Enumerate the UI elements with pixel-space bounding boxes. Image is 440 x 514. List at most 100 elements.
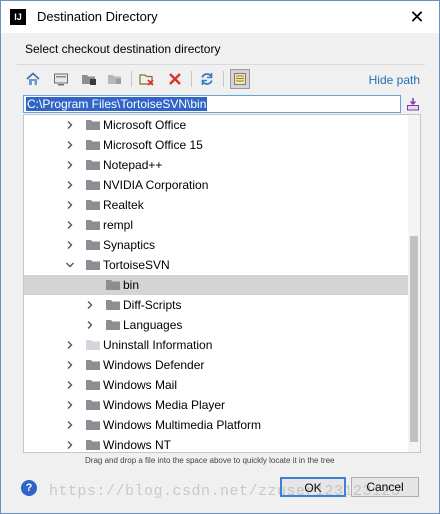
project-icon xyxy=(82,75,96,85)
folder-icon xyxy=(86,140,100,150)
tree-row-label: NVIDIA Corporation xyxy=(103,178,209,192)
chevron-right-icon[interactable] xyxy=(64,239,76,251)
tree-row[interactable]: Synaptics xyxy=(24,235,410,255)
tree-row[interactable]: Languages xyxy=(24,315,410,335)
chevron-right-icon[interactable] xyxy=(64,119,76,131)
new-folder-icon xyxy=(139,74,154,86)
folder-icon xyxy=(86,160,100,170)
tree-row[interactable]: Diff-Scripts xyxy=(24,295,410,315)
refresh-button[interactable] xyxy=(197,69,217,89)
folder-icon xyxy=(86,260,100,270)
window-title: Destination Directory xyxy=(37,9,158,24)
tree-row[interactable]: Windows Multimedia Platform xyxy=(24,415,410,435)
chevron-right-icon[interactable] xyxy=(64,219,76,231)
tree-row[interactable]: Notepad++ xyxy=(24,155,410,175)
drag-drop-hint: Drag and drop a file into the space abov… xyxy=(85,456,335,465)
chevron-right-icon[interactable] xyxy=(64,159,76,171)
chevron-right-icon[interactable] xyxy=(64,439,76,451)
home-icon xyxy=(26,72,40,85)
chevron-right-icon[interactable] xyxy=(64,339,76,351)
chevron-right-icon[interactable] xyxy=(84,299,96,311)
folder-icon xyxy=(86,380,100,390)
tree-row-label: Uninstall Information xyxy=(103,338,213,352)
tree-row[interactable]: bin xyxy=(24,275,410,295)
tree-row-label: Languages xyxy=(123,318,183,332)
folder-icon xyxy=(86,400,100,410)
module-button[interactable] xyxy=(105,69,125,89)
folder-icon xyxy=(86,360,100,370)
chevron-right-icon[interactable] xyxy=(64,179,76,191)
scrollbar-thumb[interactable] xyxy=(410,236,418,442)
chevron-right-icon[interactable] xyxy=(64,399,76,411)
help-button[interactable]: ? xyxy=(21,480,37,496)
folder-icon xyxy=(86,220,100,230)
delete-button[interactable] xyxy=(165,69,185,89)
toolbar-separator xyxy=(223,71,224,87)
tree-row-label: Windows Mail xyxy=(103,378,178,392)
project-button[interactable] xyxy=(79,69,99,89)
tree-row-label: Microsoft Office 15 xyxy=(103,138,203,152)
chevron-right-icon[interactable] xyxy=(64,359,76,371)
tree-row[interactable]: Windows Media Player xyxy=(24,395,410,415)
tree-row[interactable]: NVIDIA Corporation xyxy=(24,175,410,195)
tree-row-label: Diff-Scripts xyxy=(123,298,182,312)
home-button[interactable] xyxy=(23,69,43,89)
tree-row[interactable]: Windows Mail xyxy=(24,375,410,395)
dialog-prompt: Select checkout destination directory xyxy=(25,42,221,56)
new-folder-button[interactable] xyxy=(137,69,157,89)
tree-row[interactable]: Uninstall Information xyxy=(24,335,410,355)
divider xyxy=(17,64,425,65)
title-bar: IJ Destination Directory ✕ xyxy=(1,1,439,33)
directory-tree[interactable]: Microsoft Office Microsoft Office 15 Notep… xyxy=(23,114,421,453)
tree-row[interactable]: rempl xyxy=(24,215,410,235)
tree-row[interactable]: Microsoft Office 15 xyxy=(24,135,410,155)
folder-icon xyxy=(86,200,100,210)
path-value: C:\Program Files\TortoiseSVN\bin xyxy=(26,97,208,111)
tree-row-label: Windows NT xyxy=(103,438,172,452)
tree-row[interactable]: Windows Defender xyxy=(24,355,410,375)
tree-row-label: Windows Defender xyxy=(103,358,205,372)
folder-icon xyxy=(86,340,100,350)
folder-icon xyxy=(106,320,120,330)
hide-path-link[interactable]: Hide path xyxy=(369,73,420,87)
tree-row-label: Notepad++ xyxy=(103,158,163,172)
folder-icon xyxy=(86,440,100,450)
tree-row[interactable]: Realtek xyxy=(24,195,410,215)
path-input[interactable]: C:\Program Files\TortoiseSVN\bin xyxy=(23,95,401,113)
close-button[interactable]: ✕ xyxy=(405,5,429,29)
tree-row-label: Windows Media Player xyxy=(103,398,226,412)
folder-icon xyxy=(86,120,100,130)
show-hidden-toggle[interactable] xyxy=(230,69,250,89)
intellij-app-icon: IJ xyxy=(10,9,26,25)
toolbar-separator xyxy=(191,71,192,87)
tree-row[interactable]: TortoiseSVN xyxy=(24,255,410,275)
watermark: https://blog.csdn.net/zzuser123123123 xyxy=(49,483,401,500)
chevron-right-icon[interactable] xyxy=(64,419,76,431)
toolbar-separator xyxy=(131,71,132,87)
tree-row[interactable]: Microsoft Office xyxy=(24,115,410,135)
chevron-right-icon[interactable] xyxy=(64,379,76,391)
chevron-right-icon[interactable] xyxy=(84,319,96,331)
tree-row-label: Microsoft Office xyxy=(103,118,187,132)
folder-icon xyxy=(86,240,100,250)
refresh-icon xyxy=(201,73,213,85)
show-hidden-icon xyxy=(234,73,246,85)
module-icon xyxy=(108,75,121,84)
delete-icon xyxy=(169,73,181,85)
desktop-icon xyxy=(54,73,68,86)
tree-row-label: TortoiseSVN xyxy=(103,258,170,272)
folder-icon xyxy=(86,420,100,430)
chevron-down-icon[interactable] xyxy=(64,259,76,271)
tree-row-label: Realtek xyxy=(103,198,144,212)
path-history-button[interactable] xyxy=(406,97,420,111)
vertical-scrollbar[interactable] xyxy=(408,115,420,452)
desktop-button[interactable] xyxy=(51,69,71,89)
chevron-right-icon[interactable] xyxy=(64,199,76,211)
tree-row-label: bin xyxy=(123,278,140,292)
chevron-right-icon[interactable] xyxy=(64,139,76,151)
folder-icon xyxy=(106,300,120,310)
folder-icon xyxy=(86,180,100,190)
tree-row-label: Synaptics xyxy=(103,238,156,252)
tree-row-label: Windows Multimedia Platform xyxy=(103,418,262,432)
tree-row[interactable]: Windows NT xyxy=(24,435,410,452)
